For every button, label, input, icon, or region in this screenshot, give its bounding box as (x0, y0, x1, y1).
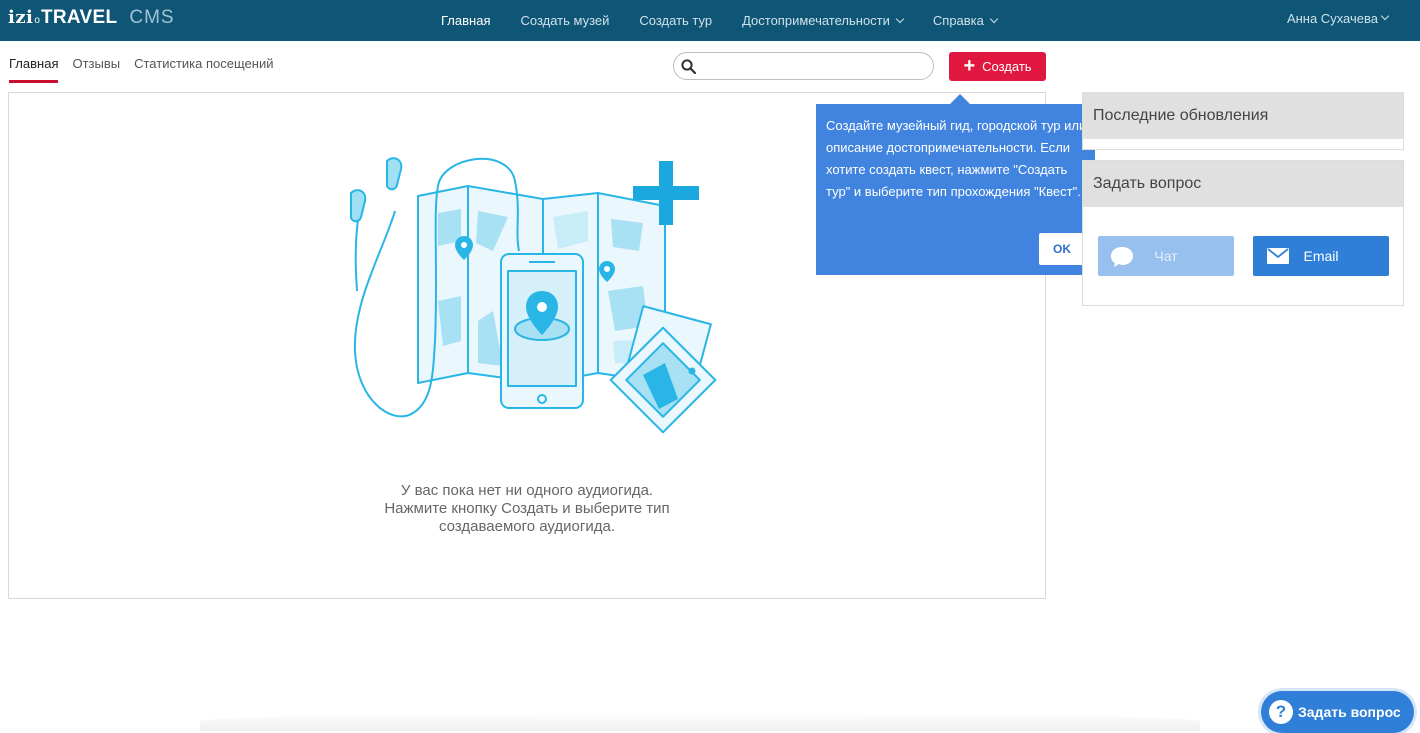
tooltip-text: Создайте музейный гид, городской тур или… (826, 118, 1087, 199)
tab-visit-stats[interactable]: Статистика посещений (134, 56, 273, 83)
logo-travel: TRAVEL (40, 7, 118, 28)
nav-item-label: Главная (441, 13, 491, 28)
page-tabs: Главная Отзывы Статистика посещений (9, 56, 287, 83)
empty-state-line: У вас пока нет ни одного аудиогида. (400, 482, 654, 499)
recent-updates-title: Последние обновления (1083, 93, 1403, 139)
empty-state-message: У вас пока нет ни одного аудиогида. Нажм… (9, 482, 1045, 536)
tab-home[interactable]: Главная (9, 56, 59, 83)
tab-reviews[interactable]: Отзывы (72, 56, 120, 83)
plus-icon: + (963, 54, 976, 77)
nav-item-create-museum[interactable]: Создать музей (520, 13, 609, 28)
main-nav: Главная Создать музей Создать тур Достоп… (426, 0, 1012, 41)
search-icon (681, 59, 696, 74)
search-input[interactable] (700, 56, 926, 76)
nav-item-label: Создать музей (520, 13, 610, 28)
logo-dot: o (34, 15, 40, 26)
chat-button[interactable]: Чат (1098, 236, 1234, 276)
email-button[interactable]: Email (1253, 236, 1389, 276)
chevron-down-icon (1380, 11, 1390, 21)
top-navigation-bar: izi o TRAVEL CMS Главная Создать музей С… (0, 0, 1420, 41)
nav-item-label: Достопримечательности (742, 13, 890, 28)
onboarding-tooltip: Создайте музейный гид, городской тур или… (816, 94, 1095, 275)
chevron-down-icon (989, 14, 999, 23)
ask-question-widget: Задать вопрос Чат Email (1082, 160, 1404, 306)
logo-cms: CMS (129, 7, 175, 28)
empty-state-line: создаваемого аудиогида. (438, 518, 616, 535)
envelope-icon (1267, 248, 1289, 264)
help-chat-fab[interactable]: ? Задать вопрос (1261, 691, 1414, 733)
footer-shadow (200, 712, 1200, 731)
ask-question-title: Задать вопрос (1083, 161, 1403, 207)
nav-item-help[interactable]: Справка (932, 13, 999, 28)
email-button-label: Email (1303, 248, 1339, 264)
nav-item-attractions[interactable]: Достопримечательности (742, 13, 905, 28)
user-menu[interactable]: Анна Сухачева (1286, 0, 1390, 36)
help-fab-label: Задать вопрос (1298, 704, 1401, 720)
nav-item-label: Справка (932, 13, 984, 28)
create-button[interactable]: + Создать (949, 52, 1046, 81)
tooltip-ok-button[interactable]: OK (1039, 233, 1085, 265)
question-icon: ? (1269, 700, 1293, 724)
logo-izi: izi (8, 7, 34, 28)
logo[interactable]: izi o TRAVEL CMS (8, 7, 175, 31)
chevron-down-icon (895, 14, 905, 23)
recent-updates-widget: Последние обновления (1082, 92, 1404, 150)
empty-state-line: Нажмите кнопку Создать и выберите тип (384, 500, 670, 517)
nav-item-label: Создать тур (639, 13, 713, 28)
audioguide-illustration (350, 157, 717, 434)
chat-button-label: Чат (1154, 248, 1178, 264)
user-name: Анна Сухачева (1286, 10, 1378, 26)
nav-item-home[interactable]: Главная (441, 13, 490, 28)
search-box (673, 52, 934, 80)
nav-item-create-tour[interactable]: Создать тур (639, 13, 712, 28)
create-button-label: Создать (982, 59, 1032, 74)
chat-bubble-icon (1111, 247, 1133, 267)
